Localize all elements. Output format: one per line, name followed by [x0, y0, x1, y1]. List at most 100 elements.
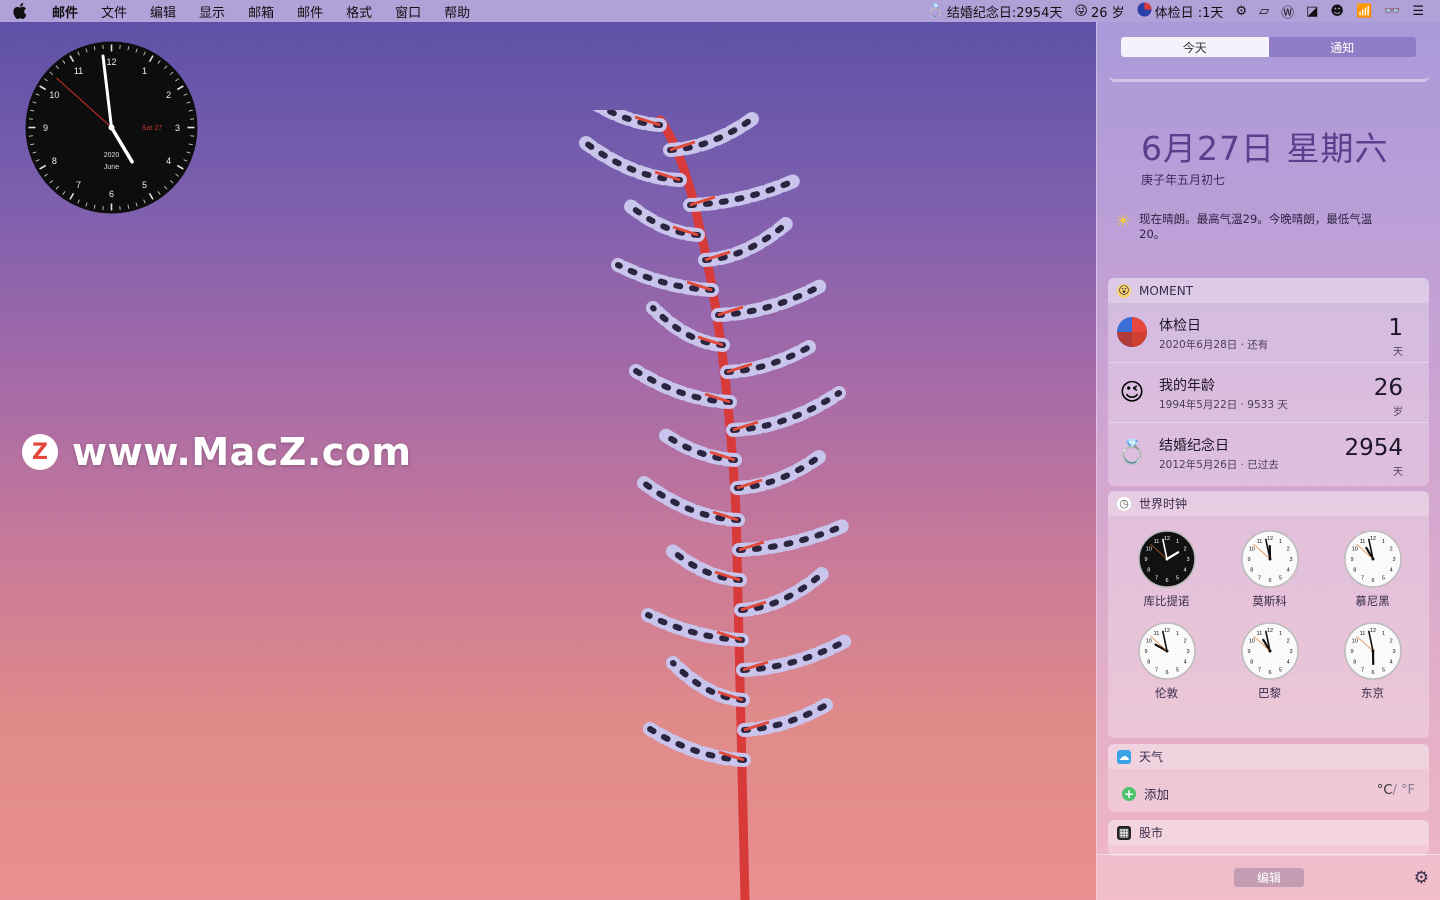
word-icon[interactable]: Ⓦ — [1275, 2, 1300, 21]
svg-text:9: 9 — [1247, 649, 1250, 655]
svg-text:12: 12 — [1369, 628, 1375, 634]
svg-text:9: 9 — [1247, 557, 1250, 563]
unit-fahrenheit[interactable]: °F — [1401, 783, 1415, 798]
world-clock-header[interactable]: ◷ 世界时钟 — [1108, 491, 1429, 516]
world-clock-widget: ◷ 世界时钟 12 1 2 3 4 5 6 7 8 9 10 11 库比提诺 12 1 2 3 4 5 6 7 8 9 10 1… — [1108, 491, 1429, 738]
svg-text:7: 7 — [1257, 667, 1260, 673]
status-checkup[interactable]: 体检日 :1天 — [1131, 2, 1230, 21]
world-clock-item[interactable]: 12 1 2 3 4 5 6 7 8 9 10 11 莫斯科 — [1218, 529, 1321, 609]
weather-widget-title: 天气 — [1139, 750, 1164, 764]
world-clock-item[interactable]: 12 1 2 3 4 5 6 7 8 9 10 11 巴黎 — [1218, 621, 1321, 701]
svg-text:8: 8 — [1250, 568, 1253, 574]
world-clock-item[interactable]: 12 1 2 3 4 5 6 7 8 9 10 11 库比提诺 — [1115, 529, 1218, 609]
moment-widget-title: MOMENT — [1139, 283, 1194, 298]
analog-clock-icon: 12 1234567891011 — [1343, 622, 1402, 680]
svg-text:5: 5 — [1175, 667, 1178, 673]
unit-separator: / — [1392, 783, 1397, 798]
world-clock-item[interactable]: 12 1 2 3 4 5 6 7 8 9 10 11 伦敦 — [1115, 621, 1218, 701]
lunar-date: 庚子年五月初七 — [1141, 173, 1226, 187]
desktop-clock-widget: 12 1 2 3 4 5 6 7 8 9 10 11 Sat 27 2020 June — [25, 41, 198, 214]
settings-gear-icon[interactable]: ⚙ — [1414, 868, 1429, 888]
moment-item-name: 结婚纪念日 — [1159, 438, 1229, 454]
plus-icon: + — [1122, 786, 1136, 801]
svg-text:8: 8 — [1147, 568, 1150, 574]
moment-item-unit: 天 — [1393, 467, 1403, 478]
wink-emoji-icon: 😉 — [1119, 378, 1145, 406]
add-location-label: 添加 — [1144, 787, 1170, 802]
svg-text:7: 7 — [1154, 575, 1157, 581]
unit-celsius[interactable]: °C — [1377, 783, 1393, 798]
status-anniversary-text: 结婚纪念日:2954天 — [946, 5, 1063, 21]
svg-text:2: 2 — [1389, 547, 1392, 553]
menu-bar: 邮件 文件 编辑 显示 邮箱 邮件 格式 窗口 帮助 💍 结婚纪念日:2954天… — [0, 0, 1440, 22]
nc-top-separator — [1109, 72, 1429, 82]
moment-item-sub: 1994年5月22日 · 9533 天 — [1159, 399, 1288, 411]
drive-icon[interactable]: ▱ — [1253, 4, 1275, 19]
menu-file[interactable]: 文件 — [89, 2, 138, 21]
status-age[interactable]: 😜 26 岁 — [1068, 2, 1130, 21]
watermark-text: www.MacZ.com — [72, 430, 412, 474]
wifi-icon[interactable]: 📶 — [1350, 4, 1378, 19]
menu-window[interactable]: 窗口 — [383, 2, 432, 21]
temperature-unit-toggle[interactable]: °C/ °F — [1377, 783, 1415, 798]
glasses-icon[interactable]: 👓 — [1378, 4, 1406, 19]
menu-help[interactable]: 帮助 — [432, 2, 481, 21]
svg-text:1: 1 — [1175, 631, 1178, 637]
globe-icon — [1137, 2, 1152, 21]
stocks-widget: ▦ 股市 — [1108, 820, 1429, 856]
sun-icon: ☀ — [1115, 211, 1132, 232]
world-clock-item[interactable]: 12 1 2 3 4 5 6 7 8 9 10 11 慕尼黑 — [1321, 529, 1424, 609]
clock-number: 3 — [175, 123, 180, 133]
list-icon[interactable]: ☰ — [1406, 4, 1430, 19]
stocks-widget-title: 股市 — [1139, 826, 1164, 840]
menu-format[interactable]: 格式 — [334, 2, 383, 21]
smile-icon[interactable]: ☻ — [1324, 4, 1350, 19]
macz-logo-icon: Z — [22, 434, 58, 470]
svg-text:2: 2 — [1286, 547, 1289, 553]
analog-clock-icon: 12 1234567891011 — [1137, 530, 1196, 588]
messenger-icon[interactable]: ◪ — [1300, 4, 1324, 19]
moment-item[interactable]: 😉 我的年龄 1994年5月22日 · 9533 天 26 岁 — [1108, 363, 1429, 423]
svg-text:9: 9 — [1350, 649, 1353, 655]
menu-view[interactable]: 显示 — [187, 2, 236, 21]
svg-text:5: 5 — [1381, 667, 1384, 673]
menu-mail-app[interactable]: 邮件 — [40, 2, 89, 21]
svg-text:10: 10 — [1351, 639, 1357, 645]
svg-text:7: 7 — [1360, 667, 1363, 673]
weather-widget-header[interactable]: ☁ 天气 — [1108, 744, 1429, 769]
ring-icon: 💍 — [927, 3, 944, 19]
moment-item[interactable]: 体检日 2020年6月28日 · 还有 1 天 — [1108, 303, 1429, 363]
weather-summary-text: 现在晴朗。最高气温29。今晚晴朗，最低气温20。 — [1139, 212, 1373, 241]
svg-text:3: 3 — [1392, 557, 1395, 563]
clock-number: 7 — [76, 180, 81, 190]
svg-text:6: 6 — [1165, 578, 1168, 584]
world-clock-title: 世界时钟 — [1139, 497, 1188, 511]
menu-mailbox[interactable]: 邮箱 — [236, 2, 285, 21]
today-date: 6月27日 星期六 — [1141, 129, 1389, 168]
status-anniversary[interactable]: 💍 结婚纪念日:2954天 — [922, 2, 1069, 21]
clock-year-label: 2020 — [104, 152, 120, 159]
world-clock-grid: 12 1 2 3 4 5 6 7 8 9 10 11 库比提诺 12 1 2 3 4 5 6 7 8 9 10 11 莫斯科 12 1… — [1108, 529, 1429, 701]
svg-text:11: 11 — [1359, 631, 1365, 637]
moment-item[interactable]: 💍 结婚纪念日 2012年5月26日 · 已过去 2954 天 — [1108, 423, 1429, 483]
world-clock-city: 库比提诺 — [1143, 594, 1190, 608]
add-location-button[interactable]: + 添加 — [1122, 784, 1169, 803]
stocks-widget-header[interactable]: ▦ 股市 — [1108, 820, 1429, 845]
menu-message[interactable]: 邮件 — [285, 2, 334, 21]
world-clock-city: 东京 — [1361, 686, 1384, 700]
apple-logo-icon[interactable] — [0, 3, 40, 19]
tab-notifications[interactable]: 通知 — [1269, 37, 1417, 57]
clock-number: 8 — [52, 156, 57, 166]
menu-edit[interactable]: 编辑 — [138, 2, 187, 21]
moment-widget-header[interactable]: 😮 MOMENT — [1108, 278, 1429, 303]
gear-icon[interactable]: ⚙ — [1229, 4, 1253, 19]
world-clock-item[interactable]: 12 1 2 3 4 5 6 7 8 9 10 11 东京 — [1321, 621, 1424, 701]
svg-text:9: 9 — [1350, 557, 1353, 563]
svg-text:10: 10 — [1351, 547, 1357, 553]
svg-text:12: 12 — [1163, 628, 1169, 634]
moment-item-unit: 天 — [1393, 347, 1403, 358]
svg-text:10: 10 — [1248, 639, 1254, 645]
svg-text:10: 10 — [1248, 547, 1254, 553]
edit-button[interactable]: 编辑 — [1234, 868, 1304, 887]
tab-today[interactable]: 今天 — [1121, 37, 1269, 57]
